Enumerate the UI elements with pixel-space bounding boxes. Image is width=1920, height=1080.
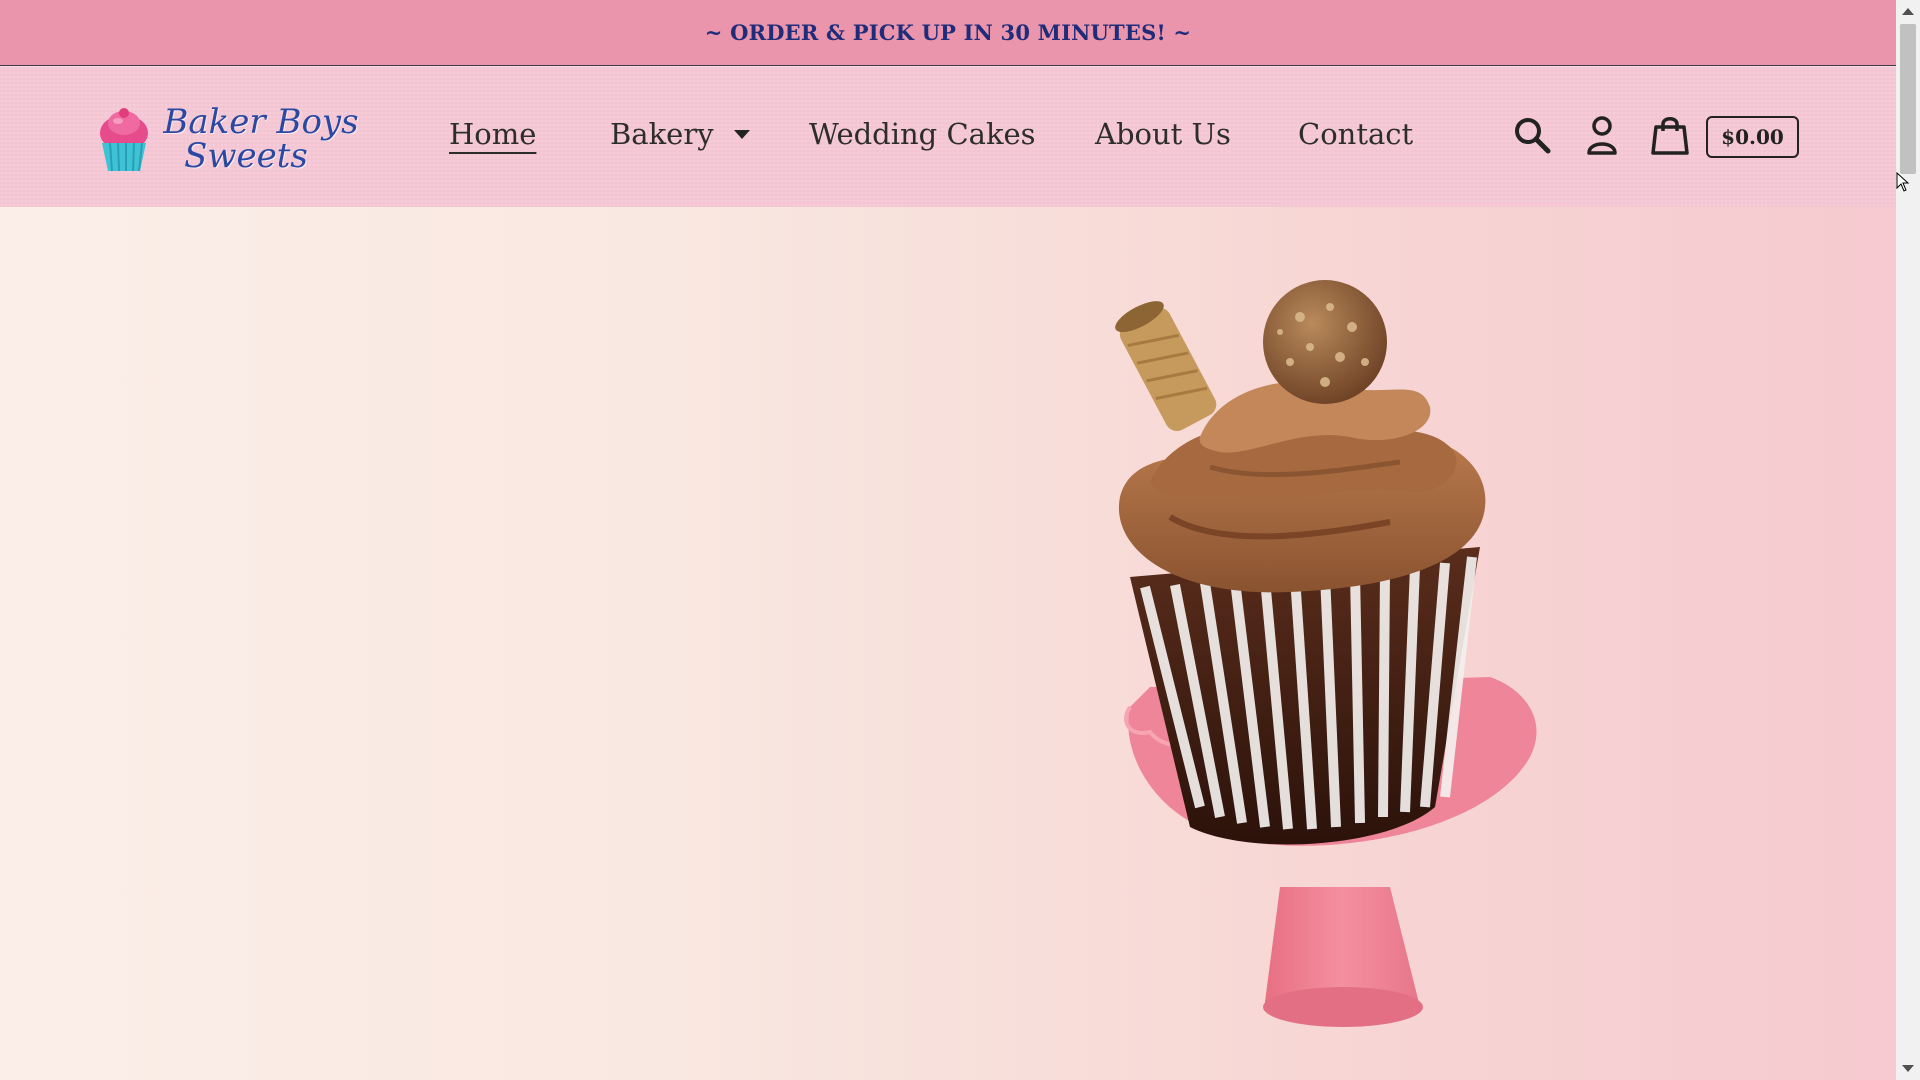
search-button[interactable] (1510, 113, 1554, 157)
account-button[interactable] (1580, 113, 1624, 157)
cupcake-hero-image (1115, 280, 1537, 1027)
nav-wedding-cakes[interactable]: Wedding Cakes (809, 117, 1036, 151)
cart-button[interactable] (1648, 113, 1692, 157)
cart-total[interactable]: $0.00 (1706, 116, 1799, 158)
announcement-bar: ~ ORDER & PICK UP IN 30 MINUTES! ~ (0, 0, 1896, 66)
scroll-up-icon[interactable] (1902, 8, 1914, 15)
nav-contact-label: Contact (1298, 117, 1414, 151)
nav-home-label: Home (449, 117, 537, 151)
chevron-down-icon (733, 129, 750, 139)
brand-name-line-2: Sweets (184, 136, 308, 176)
brand-name-line-1: Baker Boys (163, 102, 359, 142)
nav-wedding-cakes-label: Wedding Cakes (809, 117, 1036, 151)
nav-bakery[interactable]: Bakery (610, 117, 750, 151)
nav-about-us[interactable]: About Us (1095, 117, 1231, 151)
nav-bakery-label: Bakery (610, 117, 714, 151)
site-header: Baker Boys Sweets Home Bakery Wedding Ca… (0, 67, 1896, 207)
brand-name: Baker Boys Sweets (156, 105, 366, 173)
mouse-cursor-icon (1896, 172, 1910, 192)
nav-contact[interactable]: Contact (1298, 117, 1413, 151)
site-logo[interactable]: Baker Boys Sweets (96, 101, 366, 181)
search-icon (1515, 118, 1551, 154)
shopping-bag-icon (1651, 117, 1689, 155)
hero-banner (0, 207, 1896, 1080)
nav-about-us-label: About Us (1095, 117, 1231, 151)
account-icon (1587, 116, 1617, 155)
scroll-thumb[interactable] (1900, 24, 1916, 174)
page-scrollbar[interactable] (1896, 0, 1920, 1080)
announcement-text: ~ ORDER & PICK UP IN 30 MINUTES! ~ (704, 20, 1192, 45)
nav-home[interactable]: Home (449, 117, 536, 151)
scroll-down-icon[interactable] (1902, 1065, 1914, 1072)
